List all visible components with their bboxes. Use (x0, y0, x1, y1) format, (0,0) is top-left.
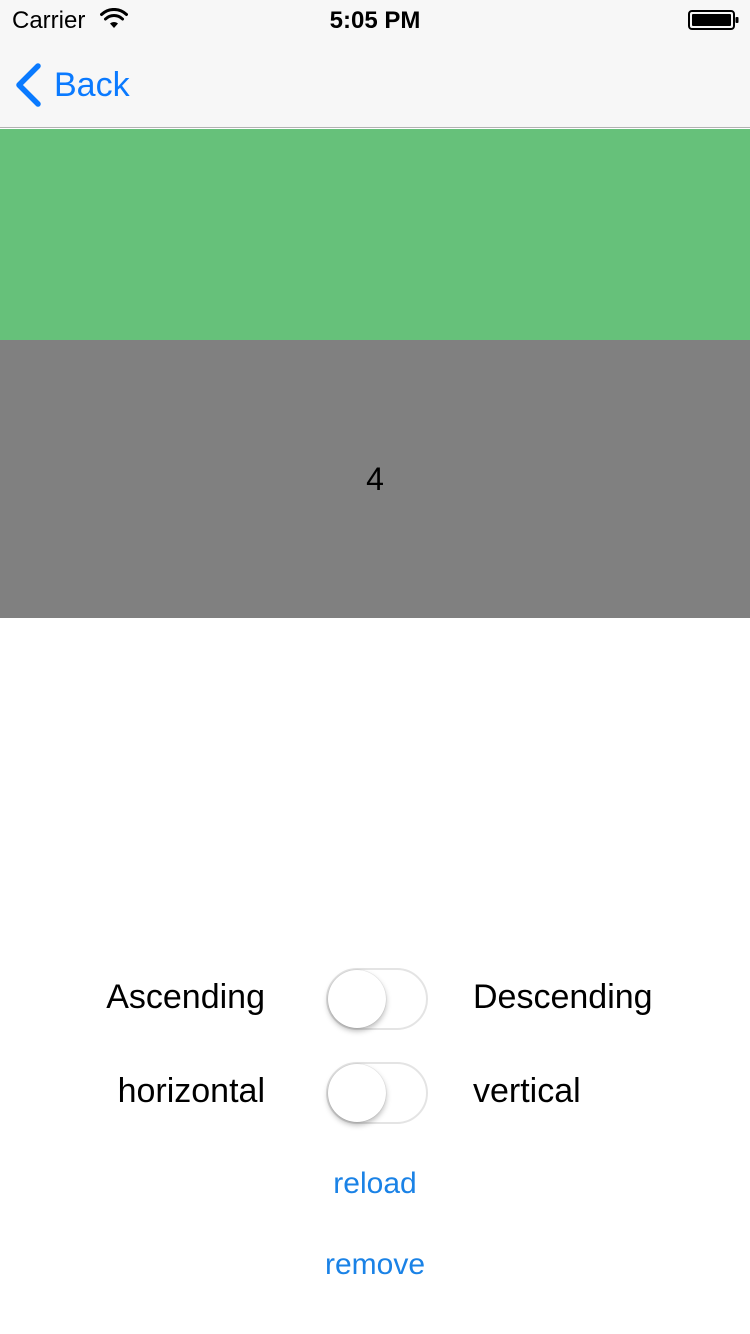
direction-switch[interactable] (326, 1062, 428, 1124)
remove-button[interactable]: remove (0, 1248, 750, 1282)
back-label: Back (54, 65, 130, 104)
order-row: Ascending Descending (0, 968, 750, 1032)
green-block (0, 129, 750, 340)
descending-label: Descending (473, 978, 653, 1016)
order-switch[interactable] (326, 968, 428, 1030)
grey-block-number: 4 (366, 460, 384, 497)
direction-row: horizontal vertical (0, 1062, 750, 1126)
order-switch-knob (328, 970, 386, 1028)
back-button[interactable]: Back (14, 62, 130, 108)
status-time: 5:05 PM (329, 7, 421, 34)
direction-switch-knob (328, 1064, 386, 1122)
status-bar: Carrier 5:05 PM (0, 0, 750, 40)
horizontal-label: horizontal (117, 1072, 265, 1110)
battery-icon (688, 10, 739, 30)
ascending-label: Ascending (106, 978, 265, 1016)
chevron-left-icon (16, 63, 41, 107)
navigation-bar: Back (0, 40, 750, 128)
vertical-label: vertical (473, 1072, 581, 1110)
reload-button[interactable]: reload (0, 1167, 750, 1201)
grey-block: 4 (0, 340, 750, 618)
